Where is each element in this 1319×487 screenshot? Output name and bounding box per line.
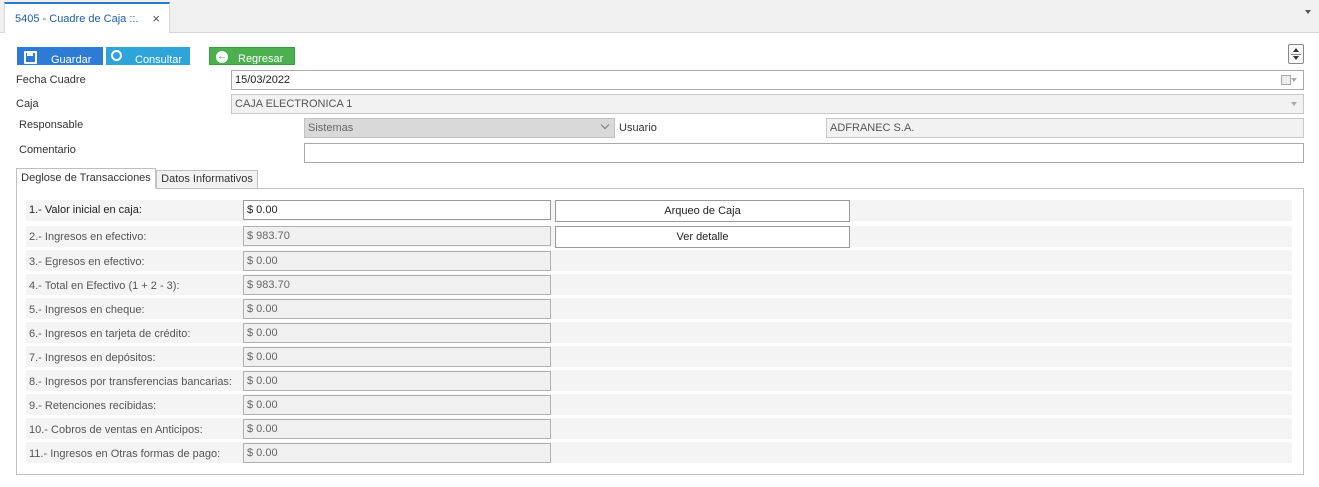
save-icon bbox=[24, 51, 37, 64]
tab-deglose-de-transacciones[interactable]: Deglose de Transacciones bbox=[16, 168, 156, 189]
expand-collapse-icon[interactable] bbox=[1288, 44, 1304, 64]
row-label-egresos-efectivo: 3.- Egresos en efectivo: bbox=[29, 256, 145, 268]
consultar-button[interactable]: Consultar bbox=[106, 47, 190, 65]
table-row bbox=[26, 250, 1292, 271]
fecha-cuadre-value: 15/03/2022 bbox=[235, 74, 291, 86]
back-arrow-icon: ← bbox=[216, 51, 228, 63]
responsable-value: Sistemas bbox=[308, 122, 354, 134]
row-label-ingresos-efectivo: 2.- Ingresos en efectivo: bbox=[29, 231, 147, 243]
table-row bbox=[26, 274, 1292, 295]
usuario-field: ADFRANEC S.A. bbox=[826, 118, 1304, 138]
row-label-otras-formas: 11.- Ingresos en Otras formas de pago: bbox=[29, 448, 221, 460]
close-icon[interactable]: × bbox=[152, 11, 160, 26]
row-label-ingresos-transferencias: 8.- Ingresos por transferencias bancaria… bbox=[29, 376, 232, 388]
caja-label: Caja bbox=[16, 98, 39, 110]
usuario-value: ADFRANEC S.A. bbox=[830, 122, 915, 134]
regresar-button[interactable]: ← Regresar bbox=[209, 47, 295, 65]
ingresos-cheque-field: $ 0.00 bbox=[243, 299, 551, 319]
table-row bbox=[26, 298, 1292, 319]
table-row bbox=[26, 322, 1292, 343]
comentario-input[interactable] bbox=[304, 143, 1304, 163]
fecha-cuadre-label: Fecha Cuadre bbox=[16, 74, 86, 86]
table-row bbox=[26, 346, 1292, 367]
ingresos-depositos-field: $ 0.00 bbox=[243, 347, 551, 367]
ingresos-transferencias-field: $ 0.00 bbox=[243, 371, 551, 391]
ingresos-tarjeta-field: $ 0.00 bbox=[243, 323, 551, 343]
regresar-label: Regresar bbox=[238, 53, 284, 65]
caja-value: CAJA ELECTRONICA 1 bbox=[235, 98, 353, 110]
responsable-label: Responsable bbox=[19, 119, 84, 131]
fecha-cuadre-field[interactable]: 15/03/2022 bbox=[231, 70, 1304, 90]
row-label-cobros-anticipos: 10.- Cobros de ventas en Anticipos: bbox=[29, 424, 203, 436]
chevron-down-icon[interactable] bbox=[1291, 102, 1297, 106]
egresos-efectivo-field: $ 0.00 bbox=[243, 251, 551, 271]
row-label-ingresos-tarjeta: 6.- Ingresos en tarjeta de crédito: bbox=[29, 328, 191, 340]
tab-datos-informativos[interactable]: Datos Informativos bbox=[156, 170, 258, 189]
otras-formas-field: $ 0.00 bbox=[243, 443, 551, 463]
retenciones-field: $ 0.00 bbox=[243, 395, 551, 415]
total-efectivo-field: $ 983.70 bbox=[243, 275, 551, 295]
calendar-icon[interactable] bbox=[1281, 75, 1291, 85]
responsable-select[interactable]: Sistemas bbox=[304, 118, 615, 138]
document-tab-strip: 5405 - Cuadre de Caja ::. × bbox=[0, 0, 1319, 33]
valor-inicial-input[interactable]: $ 0.00 bbox=[243, 200, 551, 220]
row-label-valor-inicial: 1.- Valor inicial en caja: bbox=[29, 204, 142, 216]
consultar-label: Consultar bbox=[135, 54, 183, 65]
row-label-retenciones: 9.- Retenciones recibidas: bbox=[29, 400, 157, 412]
guardar-button[interactable]: Guardar bbox=[17, 47, 103, 65]
document-tab-cuadre-de-caja[interactable]: 5405 - Cuadre de Caja ::. × bbox=[4, 2, 170, 33]
row-label-total-efectivo: 4.- Total en Efectivo (1 + 2 - 3): bbox=[29, 280, 180, 292]
tab-list-dropdown-icon[interactable] bbox=[1305, 10, 1311, 14]
table-row bbox=[26, 394, 1292, 415]
cobros-anticipos-field: $ 0.00 bbox=[243, 419, 551, 439]
search-icon bbox=[111, 50, 122, 61]
guardar-label: Guardar bbox=[51, 54, 92, 65]
table-row bbox=[26, 418, 1292, 439]
ingresos-efectivo-field: $ 983.70 bbox=[243, 226, 551, 246]
comentario-label: Comentario bbox=[19, 144, 76, 156]
row-label-ingresos-cheque: 5.- Ingresos en cheque: bbox=[29, 304, 145, 316]
usuario-label: Usuario bbox=[619, 122, 657, 134]
row-label-ingresos-depositos: 7.- Ingresos en depósitos: bbox=[29, 352, 156, 364]
chevron-down-icon[interactable] bbox=[1291, 78, 1297, 82]
chevron-down-icon[interactable] bbox=[600, 120, 610, 130]
arqueo-de-caja-button[interactable]: Arqueo de Caja bbox=[555, 200, 850, 222]
ver-detalle-button[interactable]: Ver detalle bbox=[555, 226, 850, 248]
document-tab-title: 5405 - Cuadre de Caja ::. bbox=[15, 12, 139, 25]
caja-select[interactable]: CAJA ELECTRONICA 1 bbox=[231, 94, 1304, 114]
